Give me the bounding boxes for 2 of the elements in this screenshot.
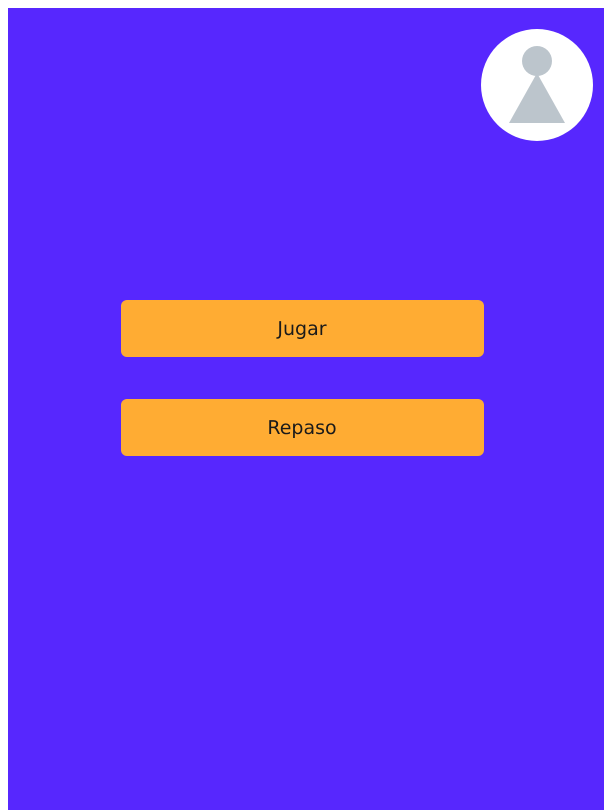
menu-button[interactable]: Jugar	[120, 300, 484, 357]
menu-button[interactable]: Repaso	[120, 399, 484, 456]
